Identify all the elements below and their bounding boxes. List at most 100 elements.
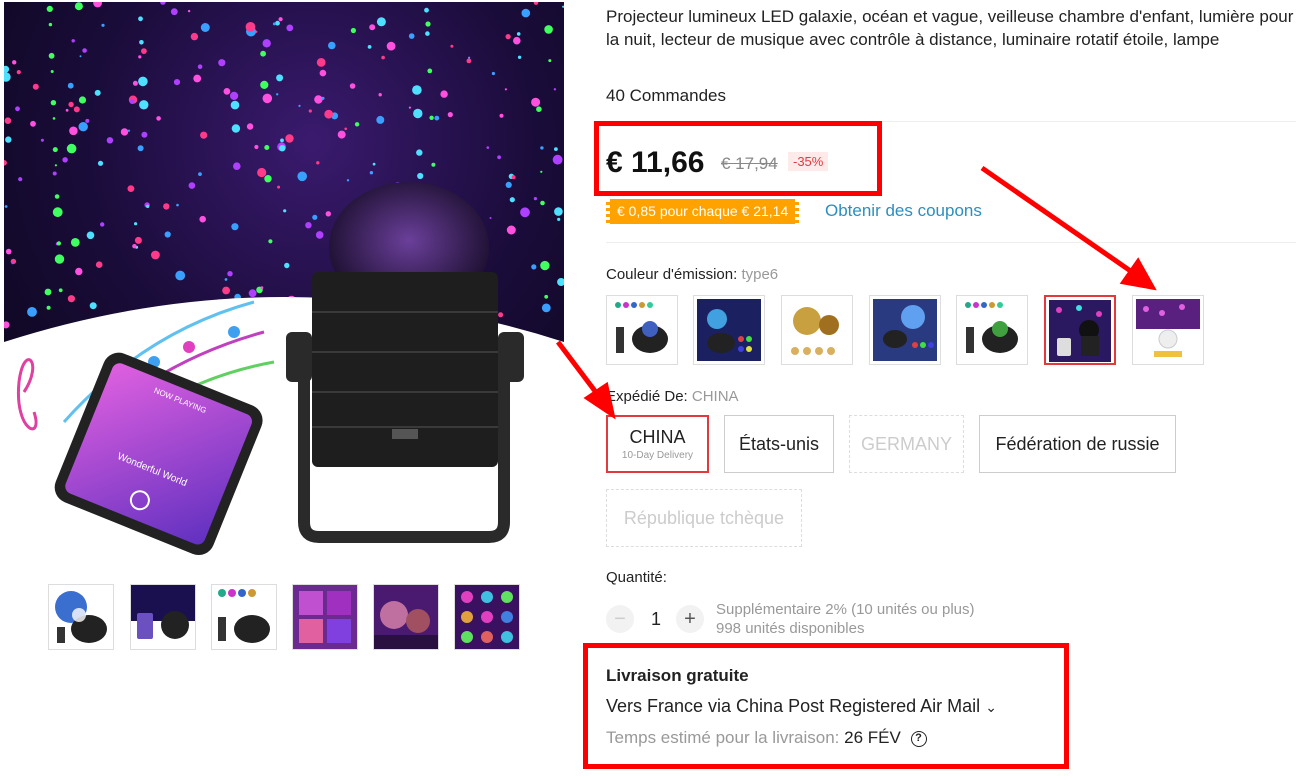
projected-star [408, 106, 411, 109]
projected-star [276, 74, 284, 82]
gallery-thumbnail[interactable] [130, 584, 196, 650]
quantity-increase-button[interactable]: + [676, 605, 704, 633]
projected-star [69, 126, 78, 136]
ship-from-label: Expédié De: CHINA [606, 388, 739, 405]
projected-star [233, 162, 241, 170]
projected-star [298, 104, 301, 107]
projected-star [65, 108, 69, 112]
projected-star [222, 286, 231, 295]
projected-star [71, 39, 75, 43]
projected-star [132, 80, 138, 86]
gallery-thumbnail[interactable] [48, 584, 114, 650]
projected-star [349, 83, 356, 89]
ship-from-china[interactable]: CHINA 10-Day Delivery [606, 415, 709, 473]
projected-star [381, 55, 385, 60]
projected-star [15, 106, 20, 112]
projected-star [521, 8, 531, 18]
projected-star [48, 52, 55, 59]
gallery-thumbnail[interactable] [211, 584, 277, 650]
projected-star [424, 7, 429, 13]
projected-star [4, 205, 8, 208]
projected-star [85, 118, 90, 123]
gallery-thumbnail[interactable] [373, 584, 439, 650]
color-swatch-type5[interactable] [956, 295, 1028, 365]
projected-star [260, 286, 264, 290]
projected-star [425, 31, 430, 36]
projected-star [540, 260, 550, 271]
projected-star [11, 262, 14, 265]
projected-star [489, 217, 492, 219]
projected-star [132, 244, 137, 249]
projected-star [427, 68, 433, 74]
projected-star [346, 179, 350, 182]
projected-star [89, 302, 97, 310]
ship-from-selected: CHINA [691, 388, 739, 405]
projected-star [491, 71, 495, 76]
projected-star [32, 83, 39, 90]
arrow-to-china [556, 340, 600, 397]
projected-star [316, 161, 320, 165]
gallery-thumbnail[interactable] [292, 584, 358, 650]
projected-star [139, 100, 149, 110]
projected-star [200, 131, 208, 139]
projected-star [48, 22, 53, 27]
get-coupons-link[interactable]: Obtenir des coupons [825, 201, 982, 221]
projected-star [50, 100, 57, 106]
projected-star [540, 146, 544, 150]
free-shipping-title: Livraison gratuite [606, 666, 749, 685]
projected-star [231, 124, 241, 133]
divider [606, 242, 1296, 243]
projected-star [376, 17, 386, 27]
projected-star [141, 131, 148, 138]
projected-star [138, 55, 142, 59]
projected-star [138, 76, 148, 87]
projected-star [134, 222, 138, 226]
help-icon[interactable]: ? [910, 730, 927, 747]
projected-star [413, 108, 423, 119]
projected-star [316, 58, 326, 67]
projected-star [227, 271, 233, 277]
projected-star [56, 241, 62, 246]
projected-star [190, 32, 199, 41]
color-swatch-type2[interactable] [693, 295, 765, 365]
color-swatch-type4[interactable] [869, 295, 941, 365]
ship-from-usa[interactable]: États-unis [724, 415, 834, 473]
projected-star [254, 144, 259, 150]
projected-star [548, 59, 552, 63]
bulk-discount-info: Supplémentaire 2% (10 unités ou plus) [716, 601, 975, 618]
projected-star [82, 48, 87, 53]
projected-star [79, 55, 82, 58]
quantity-value[interactable]: 1 [646, 609, 666, 630]
projected-star [66, 143, 77, 154]
projected-star [425, 21, 431, 27]
projected-star [127, 185, 135, 193]
projected-star [129, 99, 135, 104]
projected-star [101, 23, 105, 27]
quantity-decrease-button[interactable]: − [606, 605, 634, 633]
projected-star [52, 117, 56, 120]
color-swatch-type1[interactable] [606, 295, 678, 365]
projected-star [429, 115, 434, 121]
color-swatch-type7[interactable] [1132, 295, 1204, 365]
projected-star [78, 96, 87, 104]
projected-star [337, 130, 346, 139]
projected-star [139, 40, 144, 45]
gallery-thumbnail[interactable] [454, 584, 520, 650]
projected-star [557, 217, 561, 221]
projected-star [417, 172, 424, 180]
projected-star [62, 157, 68, 163]
chevron-down-icon: ⌄ [985, 699, 997, 715]
shipping-method-selector[interactable]: Vers France via China Post Registered Ai… [606, 696, 997, 717]
projected-star [520, 207, 530, 218]
projected-star [344, 127, 348, 131]
ship-from-czech: République tchèque [606, 489, 802, 547]
discount-badge: -35% [788, 152, 829, 171]
projected-star [67, 82, 74, 89]
projected-star [120, 128, 129, 136]
ship-from-russia[interactable]: Fédération de russie [979, 415, 1176, 473]
color-swatch-type6[interactable] [1044, 295, 1116, 365]
projected-star [198, 172, 202, 177]
projected-star [321, 96, 325, 100]
color-swatch-type3[interactable] [781, 295, 853, 365]
projected-star [285, 134, 294, 143]
